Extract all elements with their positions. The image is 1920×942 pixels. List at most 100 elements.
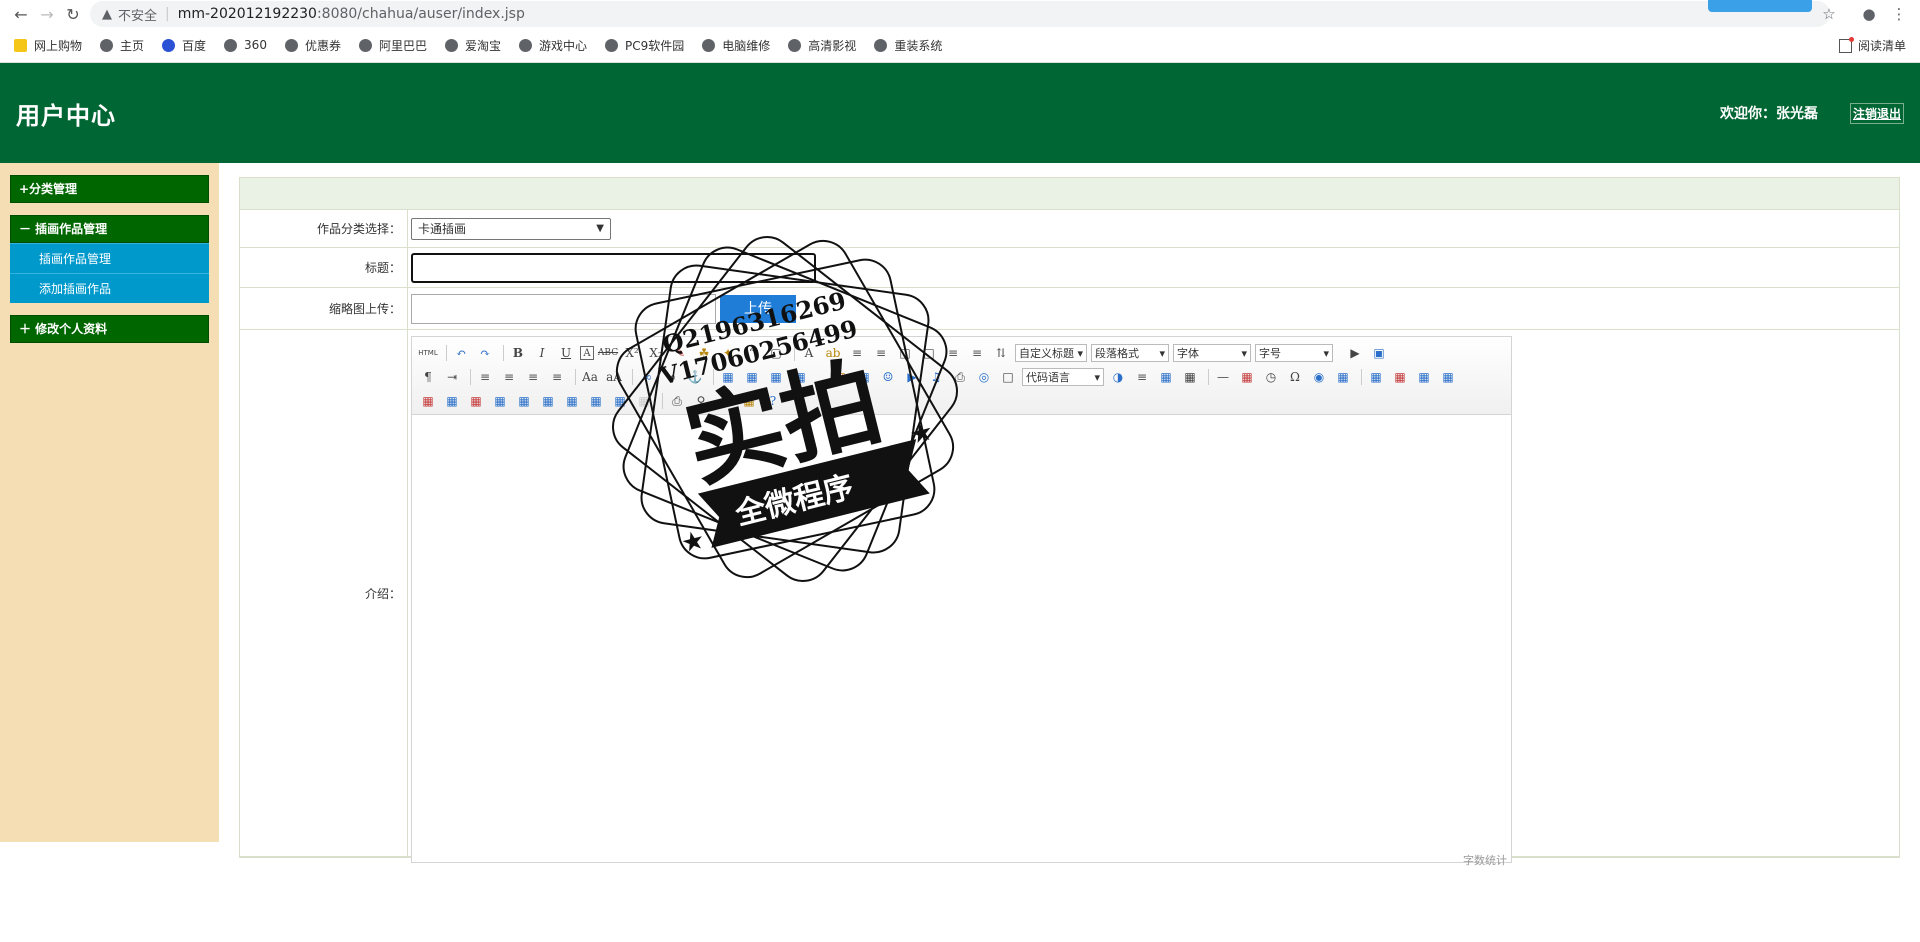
image-left-icon[interactable]: ▦ <box>742 367 762 387</box>
bookmark-item[interactable]: 优惠券 <box>284 37 341 54</box>
special-char-icon[interactable]: Ω <box>1285 367 1305 387</box>
bookmark-item[interactable]: 360 <box>224 38 267 52</box>
sidebar-item-add-artwork[interactable]: 添加插画作品 <box>10 273 209 303</box>
bookmark-item[interactable]: 爱淘宝 <box>444 37 501 54</box>
font-color-icon[interactable]: A <box>799 343 819 363</box>
search-replace-icon[interactable]: ⚲ <box>715 391 735 411</box>
split-cols-icon[interactable]: ▦ <box>610 391 630 411</box>
italic-icon[interactable]: I <box>532 343 552 363</box>
unordered-list-icon[interactable]: ≡ <box>871 343 891 363</box>
more-icon[interactable]: ⋮ <box>1888 3 1910 25</box>
align-center-icon[interactable]: ≡ <box>499 367 519 387</box>
spellcheck-icon[interactable]: ◉ <box>1309 367 1329 387</box>
ordered-list-icon[interactable]: ≡ <box>847 343 867 363</box>
preview-icon[interactable]: ⚲ <box>691 391 711 411</box>
indent-icon[interactable]: ⇥ <box>442 367 462 387</box>
insert-paragraph-before-table-icon[interactable]: ▦ <box>1414 367 1434 387</box>
thumbnail-path-input[interactable] <box>411 293 716 324</box>
reading-list[interactable]: 阅读清单 <box>1838 36 1906 54</box>
bookmark-item[interactable]: 主页 <box>100 37 144 54</box>
horizontal-rule-icon[interactable]: — <box>1213 367 1233 387</box>
template-icon[interactable]: ▦ <box>1156 367 1176 387</box>
anchor-icon[interactable]: ⚓ <box>685 367 705 387</box>
bookmark-item[interactable]: 网上购物 <box>14 37 82 54</box>
extension-badge[interactable] <box>1708 0 1812 12</box>
fullscreen-icon[interactable]: ▣ <box>1369 343 1389 363</box>
bookmark-item[interactable]: PC9软件园 <box>605 37 684 54</box>
merge-down-icon[interactable]: ▦ <box>538 391 558 411</box>
bookmark-item[interactable]: 重装系统 <box>874 37 942 54</box>
align-left-icon[interactable]: ≡ <box>475 367 495 387</box>
clear-doc-icon[interactable]: □ <box>919 343 939 363</box>
delete-table-icon[interactable]: ▦ <box>1390 367 1410 387</box>
bookmark-item[interactable]: 阿里巴巴 <box>358 37 427 54</box>
map-icon[interactable]: ◎ <box>974 367 994 387</box>
time-icon[interactable]: ◷ <box>1261 367 1281 387</box>
profile-icon[interactable]: ● <box>1858 3 1880 25</box>
video-icon[interactable]: ▶ <box>902 367 922 387</box>
split-rows-icon[interactable]: ▦ <box>586 391 606 411</box>
line-height-icon[interactable]: ⇅ <box>991 343 1011 363</box>
bookmark-item[interactable]: 游戏中心 <box>519 37 587 54</box>
font-family-select[interactable]: 字体 ▾ <box>1173 344 1251 362</box>
insert-row-icon[interactable]: ▦ <box>1438 367 1458 387</box>
delete-row-icon[interactable]: ▦ <box>418 391 438 411</box>
subscript-icon[interactable]: X₂ <box>646 343 666 363</box>
quote-icon[interactable]: “ <box>742 343 762 363</box>
eraser-icon[interactable]: ✎ <box>670 343 690 363</box>
code-language-select[interactable]: 代码语言 ▾ <box>1022 368 1104 386</box>
image-none-icon[interactable]: ▦ <box>718 367 738 387</box>
row-spacing-top-icon[interactable]: ≡ <box>943 343 963 363</box>
drafts-icon[interactable]: ▦ <box>739 391 759 411</box>
background-color-icon[interactable]: ab <box>823 343 843 363</box>
image-right-icon[interactable]: ▦ <box>766 367 786 387</box>
chart-icon[interactable]: ▦ <box>634 391 654 411</box>
font-size-select[interactable]: 字号 ▾ <box>1255 344 1333 362</box>
paragraph-icon[interactable]: ¶ <box>418 367 438 387</box>
background-icon[interactable]: ▦ <box>1180 367 1200 387</box>
date-icon[interactable]: ▦ <box>1237 367 1257 387</box>
attachment-icon[interactable]: ⎙ <box>950 367 970 387</box>
bookmark-item[interactable]: 电脑维修 <box>702 37 770 54</box>
auto-format-icon[interactable]: ✦ <box>718 343 738 363</box>
merge-right-icon[interactable]: ▦ <box>514 391 534 411</box>
image-icon[interactable]: ▦ <box>830 367 850 387</box>
paste-plain-icon[interactable]: ▢ <box>766 343 786 363</box>
redo-icon[interactable]: ↷ <box>475 343 495 363</box>
font-border-icon[interactable]: A <box>580 346 594 360</box>
menu-head-profile[interactable]: ＋ 修改个人资料 <box>10 315 209 343</box>
frame-icon[interactable]: □ <box>998 367 1018 387</box>
bookmark-item[interactable]: 百度 <box>162 37 206 54</box>
forward-icon[interactable]: → <box>34 2 60 26</box>
unlink-icon[interactable]: ∞ <box>661 367 681 387</box>
insert-col-icon[interactable]: ▦ <box>442 391 462 411</box>
link-icon[interactable]: ∞ <box>637 367 657 387</box>
format-brush-icon[interactable]: ☘ <box>694 343 714 363</box>
delete-col-icon[interactable]: ▦ <box>466 391 486 411</box>
undo-icon[interactable]: ↶ <box>451 343 471 363</box>
music-icon[interactable]: ♫ <box>926 367 946 387</box>
print-icon[interactable]: ⎙ <box>667 391 687 411</box>
upload-button[interactable]: 上传 <box>720 294 796 323</box>
menu-head-category[interactable]: +分类管理 <box>10 175 209 203</box>
web-icon[interactable]: ◑ <box>1108 367 1128 387</box>
category-select[interactable]: 卡通插画 ▼ <box>411 217 611 240</box>
to-uppercase-icon[interactable]: Aa <box>580 367 600 387</box>
superscript-icon[interactable]: X² <box>622 343 642 363</box>
bold-icon[interactable]: B <box>508 343 528 363</box>
sidebar-item-manage-artwork[interactable]: 插画作品管理 <box>10 243 209 273</box>
snapscreen-icon[interactable]: ▦ <box>1333 367 1353 387</box>
back-icon[interactable]: ← <box>8 2 34 26</box>
strikethrough-icon[interactable]: ABC <box>598 343 618 363</box>
merge-cells-icon[interactable]: ▦ <box>490 391 510 411</box>
insert-table-icon[interactable]: ▦ <box>1366 367 1386 387</box>
custom-title-select[interactable]: 自定义标题 ▾ <box>1015 344 1087 362</box>
address-field[interactable]: ▲ 不安全 | mm-202012192230:8080/chahua/ause… <box>90 1 1830 27</box>
align-justify-icon[interactable]: ≡ <box>547 367 567 387</box>
row-spacing-bottom-icon[interactable]: ≡ <box>967 343 987 363</box>
align-right-icon[interactable]: ≡ <box>523 367 543 387</box>
title-input[interactable] <box>411 252 816 283</box>
reload-icon[interactable]: ↻ <box>60 2 86 26</box>
paragraph-format-select[interactable]: 段落格式 ▾ <box>1091 344 1169 362</box>
editor-content-area[interactable] <box>412 415 1511 920</box>
